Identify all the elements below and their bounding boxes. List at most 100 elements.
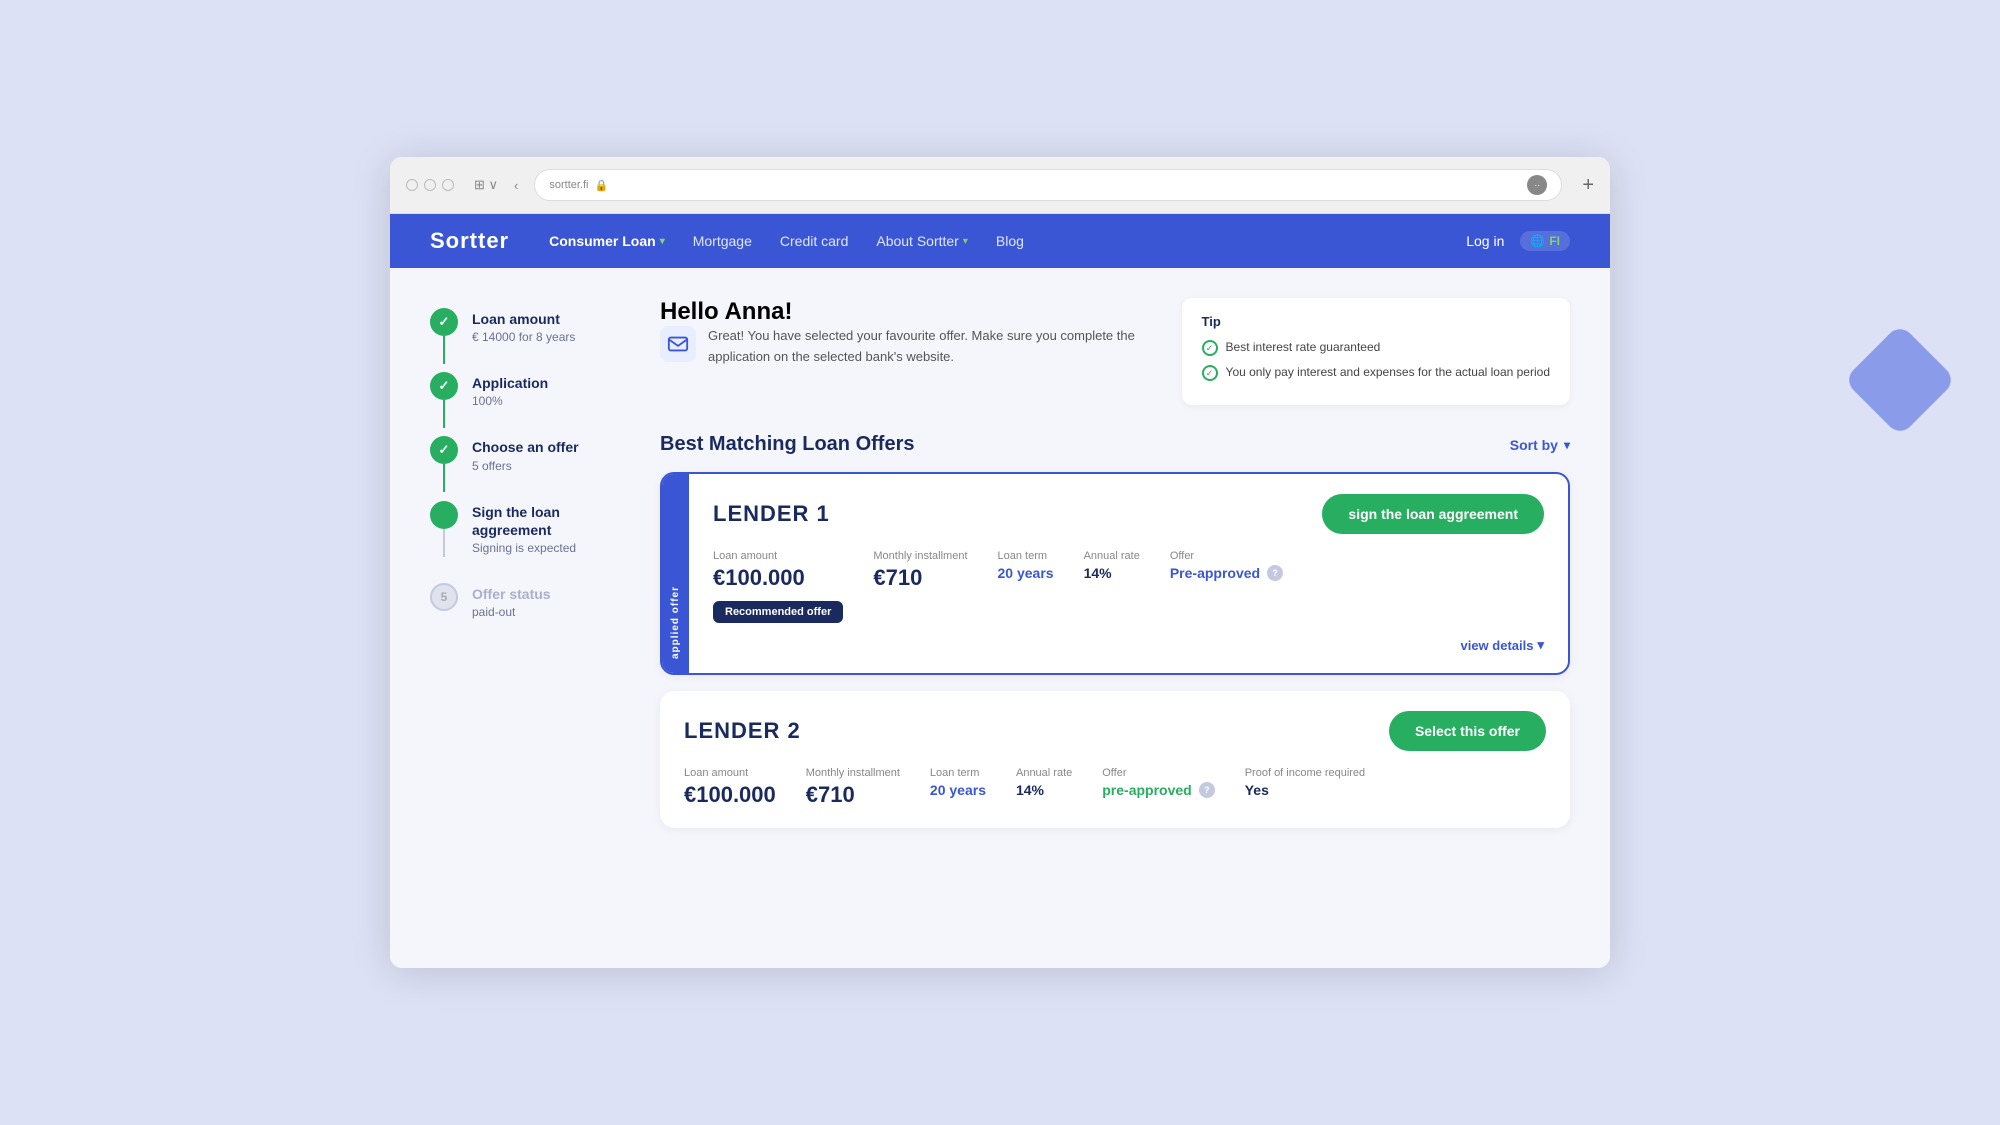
diamond-decoration [1843,323,1956,436]
offer-inner-1: LENDER 1 sign the loan aggreement Loan a… [689,474,1568,673]
step-application: Application 100% [430,372,630,408]
step-title-5: Offer status [472,585,551,603]
loan-amount-label-1: Loan amount [713,550,843,562]
sign-agreement-btn[interactable]: sign the loan aggreement [1322,494,1544,534]
back-btn[interactable]: ‹ [510,175,522,195]
view-details-btn-1[interactable]: view details ▾ [1460,637,1544,653]
offer-info-icon-1[interactable]: ? [1267,565,1283,581]
login-link[interactable]: Log in [1466,233,1504,249]
field-loan-amount-1: Loan amount €100.000 Recommended offer [713,550,843,623]
hello-text-block: Hello Anna! Great! You have selected you… [660,298,1162,368]
step-sub-5: paid-out [472,605,551,619]
main-content: Loan amount € 14000 for 8 years Applicat… [390,268,1610,968]
view-details-arrow-1: ▾ [1537,637,1544,653]
step-info-4: Sign the loan aggreement Signing is expe… [472,501,630,555]
offer-label-2: Offer [1102,767,1214,779]
step-sub-2: 100% [472,394,548,408]
offer-info-icon-2[interactable]: ? [1199,782,1215,798]
fi-badge: 🌐 FI [1520,231,1570,251]
browser-chrome: ⊞ ∨ ‹ sortter.fi 🔒 ·· + [390,157,1610,214]
offer-card-lender1: applied offer LENDER 1 sign the loan agg… [660,472,1570,675]
step-title-3: Choose an offer [472,438,579,456]
sort-by-btn[interactable]: Sort by ▾ [1510,437,1570,453]
browser-ext-icon: ·· [1527,175,1547,195]
select-offer-btn[interactable]: Select this offer [1389,711,1546,751]
step-circle-3 [430,436,458,464]
browser-dots [406,179,454,191]
monthly-value-2: €710 [806,782,900,808]
hello-section: Hello Anna! Great! You have selected you… [660,298,1570,405]
offers-title: Best Matching Loan Offers [660,433,914,456]
browser-nav: ⊞ ∨ ‹ [470,175,522,195]
hello-desc: Great! You have selected your favourite … [660,326,1162,368]
step-info-3: Choose an offer 5 offers [472,436,579,472]
offer-details-2: Loan amount €100.000 Monthly installment… [684,767,1546,808]
step-circle-5: 5 [430,583,458,611]
nav-blog[interactable]: Blog [996,233,1024,249]
lender2-name: LENDER 2 [684,718,801,744]
offer-footer-1: view details ▾ [713,637,1544,653]
page-switcher-btn[interactable]: ⊞ ∨ [470,175,502,195]
proof-value-2: Yes [1245,782,1365,798]
mail-icon [667,333,689,355]
field-monthly-1: Monthly installment €710 [873,550,967,591]
consumer-loan-arrow: ▾ [660,236,665,247]
step-sign-aggreement: Sign the loan aggreement Signing is expe… [430,501,630,555]
navbar: Sortter Consumer Loan ▾ Mortgage Credit … [390,214,1610,268]
offer-value-2: pre-approved [1102,782,1191,798]
tip-box: Tip ✓ Best interest rate guaranteed ✓ Yo… [1182,298,1570,405]
offer-top-1: LENDER 1 sign the loan aggreement [713,494,1544,534]
connector-3 [443,464,445,492]
monthly-label-1: Monthly installment [873,550,967,562]
tip-item-1: ✓ Best interest rate guaranteed [1202,339,1550,356]
nav-credit-card[interactable]: Credit card [780,233,848,249]
offers-header: Best Matching Loan Offers Sort by ▾ [660,433,1570,456]
offer-top-2: LENDER 2 Select this offer [684,711,1546,751]
applied-tag: applied offer [662,474,689,673]
browser-dot-1 [406,179,418,191]
tip-title: Tip [1202,314,1550,329]
sort-arrow-icon: ▾ [1564,438,1570,452]
tip-check-1: ✓ [1202,340,1218,356]
step-offer-status: 5 Offer status paid-out [430,583,630,619]
annual-rate-value-2: 14% [1016,782,1072,798]
url-text: sortter.fi [549,179,588,191]
add-tab-btn[interactable]: + [1582,174,1594,197]
connector-2 [443,400,445,428]
offer-details-1: Loan amount €100.000 Recommended offer M… [713,550,1544,623]
field-loan-term-2: Loan term 20 years [930,767,986,798]
navbar-links: Consumer Loan ▾ Mortgage Credit card Abo… [549,233,1466,249]
field-loan-amount-2: Loan amount €100.000 [684,767,776,808]
lender1-name: LENDER 1 [713,501,830,527]
nav-about[interactable]: About Sortter ▾ [876,233,968,249]
tip-check-2: ✓ [1202,365,1218,381]
step-info-1: Loan amount € 14000 for 8 years [472,308,575,344]
address-bar[interactable]: sortter.fi 🔒 ·· [534,169,1562,201]
loan-term-value-1: 20 years [998,565,1054,581]
step-info-5: Offer status paid-out [472,583,551,619]
step-sub-4: Signing is expected [472,541,630,555]
hello-description: Great! You have selected your favourite … [708,326,1162,368]
monthly-value-1: €710 [873,565,967,591]
navbar-logo: Sortter [430,228,509,254]
nav-mortgage[interactable]: Mortgage [693,233,752,249]
step-title-4: Sign the loan aggreement [472,503,630,539]
annual-rate-label-2: Annual rate [1016,767,1072,779]
connector-4 [443,529,445,557]
sidebar: Loan amount € 14000 for 8 years Applicat… [430,298,630,938]
annual-rate-value-1: 14% [1084,565,1140,581]
nav-consumer-loan[interactable]: Consumer Loan ▾ [549,233,665,249]
offer-inner-2: LENDER 2 Select this offer Loan amount €… [660,691,1570,828]
field-monthly-2: Monthly installment €710 [806,767,900,808]
tip-item-2: ✓ You only pay interest and expenses for… [1202,364,1550,381]
loan-term-value-2: 20 years [930,782,986,798]
loan-amount-value-1: €100.000 [713,565,843,591]
browser-window: ⊞ ∨ ‹ sortter.fi 🔒 ·· + Sortter Consumer… [390,157,1610,968]
about-arrow: ▾ [963,236,968,247]
step-sub-1: € 14000 for 8 years [472,330,575,344]
sidebar-steps: Loan amount € 14000 for 8 years Applicat… [430,308,630,647]
field-offer-2: Offer pre-approved ? [1102,767,1214,798]
step-circle-2 [430,372,458,400]
hello-icon [660,326,696,362]
connector-1 [443,336,445,364]
